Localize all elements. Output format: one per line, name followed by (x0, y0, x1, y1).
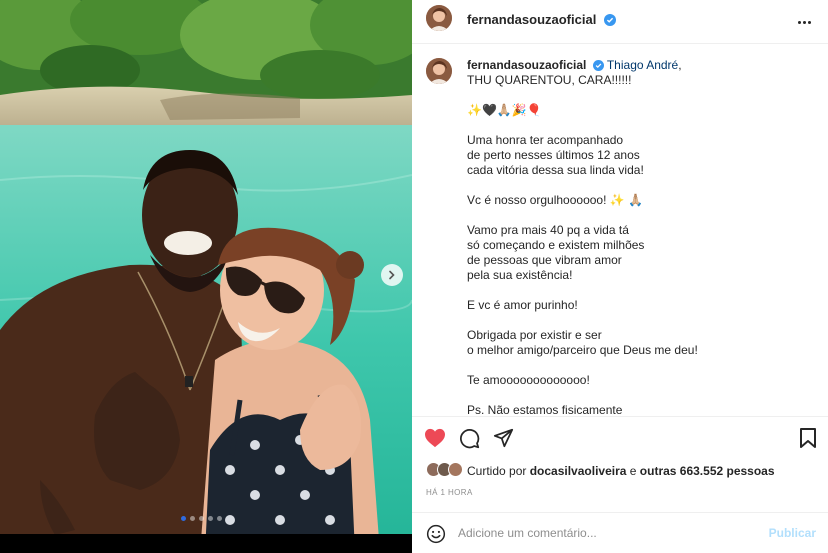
caption-line: cada vitória dessa sua linda vida! (467, 163, 644, 177)
caption-line: de perto nesses últimos 12 anos (467, 148, 640, 162)
verified-badge-icon (603, 14, 616, 26)
emoji-picker-button[interactable] (426, 524, 446, 549)
more-dot (803, 20, 806, 24)
instagram-post-view: fernandasouzaoficial fernandasouzaoficia… (0, 0, 828, 553)
post-photo[interactable] (0, 0, 412, 553)
caption-line: Obrigada por existir e ser (467, 328, 602, 342)
comment-button[interactable] (459, 428, 480, 454)
like-button[interactable] (424, 428, 446, 453)
likes-prefix: Curtido por (467, 464, 530, 478)
save-button[interactable] (800, 428, 816, 453)
caption-emoji-line: ✨🖤🙏🏼🎉🎈 (467, 103, 542, 117)
more-dot (798, 20, 801, 24)
carousel-dot (190, 516, 195, 521)
carousel-dot (181, 516, 186, 521)
post-timestamp[interactable]: HÁ 1 HORA (426, 488, 473, 497)
share-button[interactable] (493, 428, 514, 453)
caption-mention[interactable]: Thiago André (607, 58, 678, 72)
caption-line: Vamo pra mais 40 pq a vida tá (467, 223, 629, 237)
more-dot (808, 20, 811, 24)
comment-composer: Publicar (412, 513, 828, 553)
caption-line: , (678, 58, 682, 72)
chevron-right-icon (389, 270, 395, 280)
verified-badge-icon (592, 60, 604, 71)
carousel-dot (208, 516, 213, 521)
caption-line: THU QUARENTOU, CARA!!!!!! (467, 73, 632, 87)
post-side-panel: fernandasouzaoficial fernandasouzaoficia… (412, 0, 828, 553)
caption-line: E vc é amor purinho! (467, 298, 578, 312)
author-avatar[interactable] (426, 5, 452, 31)
liker-username[interactable]: docasilvaoliveira (530, 464, 627, 478)
carousel-dot (217, 516, 222, 521)
smiley-icon (426, 524, 446, 544)
caption-line: Uma honra ter acompanhado (467, 133, 624, 147)
post-header: fernandasouzaoficial (412, 0, 828, 44)
carousel-dot (199, 516, 204, 521)
caption-scroll-area[interactable]: fernandasouzaoficial Thiago André, THU Q… (412, 45, 828, 415)
caption-line: pela sua existência! (467, 268, 573, 282)
carousel-indicator (181, 516, 222, 521)
caption-line: de pessoas que vibram amor (467, 253, 622, 267)
paper-plane-icon (493, 428, 514, 448)
divider (412, 416, 828, 417)
publish-button[interactable]: Publicar (769, 526, 816, 540)
avatar-image (426, 5, 452, 31)
caption-line: Ps. Não estamos fisicamente (467, 403, 623, 415)
caption-text: fernandasouzaoficial Thiago André, THU Q… (467, 58, 812, 415)
carousel-next-button[interactable] (381, 264, 403, 286)
caption-username[interactable]: fernandasouzaoficial (467, 58, 586, 72)
caption-author-avatar[interactable] (426, 58, 452, 84)
comment-bubble-icon (460, 429, 480, 449)
likes-summary: Curtido por docasilvaoliveira e outras 6… (412, 459, 828, 481)
liker-avatar (448, 462, 463, 477)
comment-input[interactable] (458, 523, 758, 543)
caption-line: o melhor amigo/parceiro que Deus me deu! (467, 343, 698, 357)
caption-line: Vc é nosso orgulhoooooo! ✨ 🙏🏼 (467, 193, 643, 207)
avatar-image (426, 58, 452, 84)
likes-middle: e (626, 464, 640, 478)
author-username[interactable]: fernandasouzaoficial (467, 12, 596, 27)
likes-count-link[interactable]: outras 663.552 pessoas (640, 464, 775, 478)
heart-filled-icon (425, 428, 445, 448)
photo-illustration (0, 0, 412, 553)
caption-line: só começando e existem milhões (467, 238, 645, 252)
bookmark-icon (800, 428, 816, 448)
likes-text: Curtido por docasilvaoliveira e outras 6… (467, 464, 775, 478)
post-actions (424, 428, 816, 452)
more-options-button[interactable] (798, 14, 814, 30)
caption-line: Te amooooooooooooo! (467, 373, 590, 387)
photo-bottom-bar (0, 534, 412, 553)
